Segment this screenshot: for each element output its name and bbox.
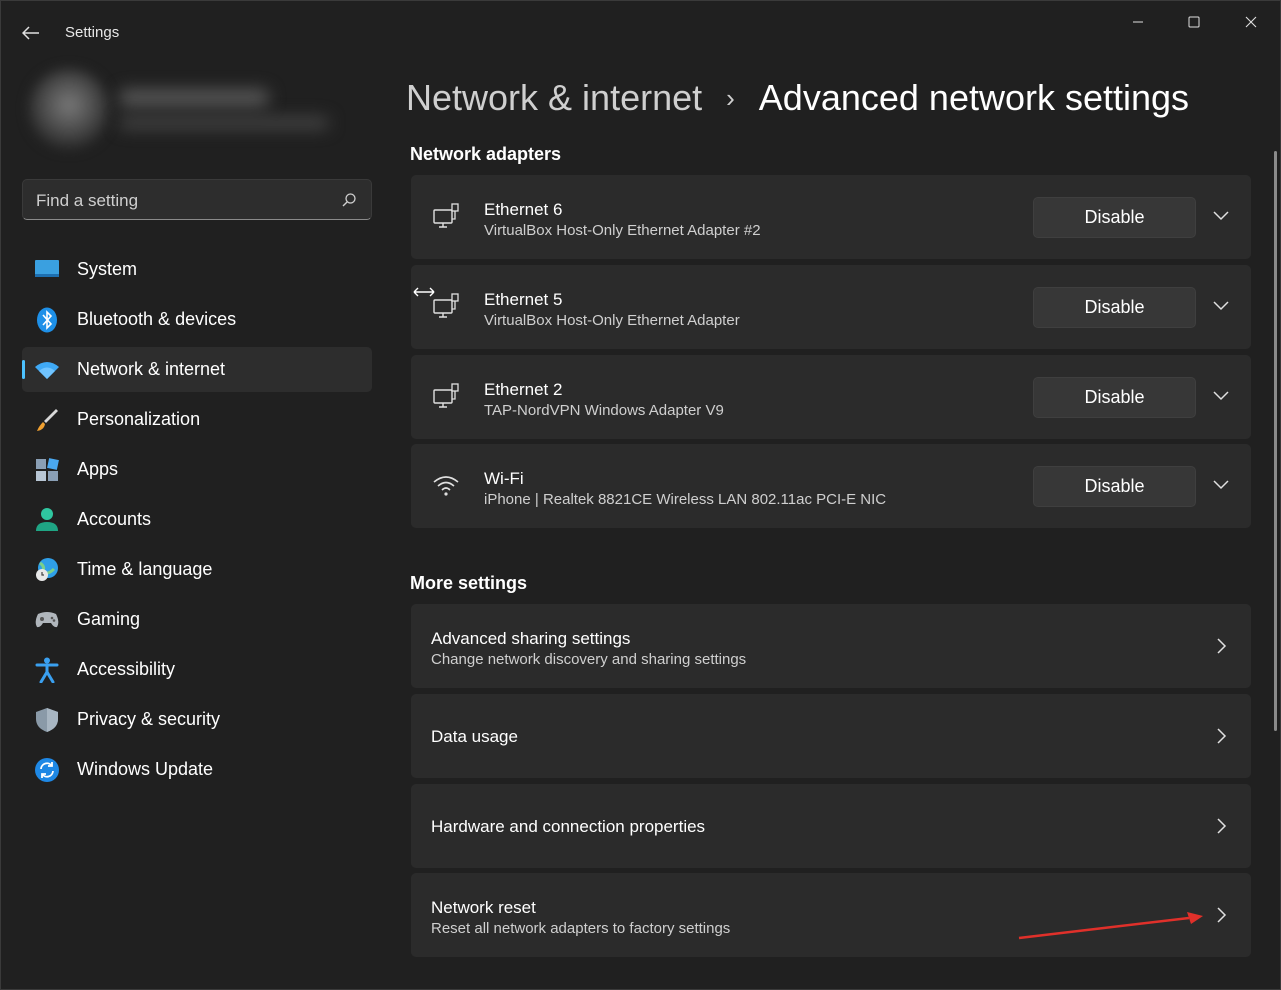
item-title: Hardware and connection properties xyxy=(431,817,706,836)
sidebar-item-label: System xyxy=(77,259,138,279)
search-icon xyxy=(342,193,356,207)
settings-window: Settings Find a setting System Bluetooth… xyxy=(0,0,1281,990)
chevron-right-icon xyxy=(1217,728,1227,744)
page-title: Advanced network settings xyxy=(758,77,1190,118)
adapter-card-ethernet-2[interactable]: Ethernet 2 TAP-NordVPN Windows Adapter V… xyxy=(411,355,1251,439)
system-icon xyxy=(34,257,60,283)
hardware-connection-properties-item[interactable]: Hardware and connection properties xyxy=(411,784,1251,868)
close-button[interactable] xyxy=(1223,7,1279,37)
accessibility-icon xyxy=(34,657,60,683)
sidebar-nav: System Bluetooth & devices Network & int… xyxy=(22,247,372,797)
adapter-description: VirtualBox Host-Only Ethernet Adapter #2 xyxy=(484,222,761,239)
adapter-name: Wi-Fi xyxy=(484,469,524,488)
chevron-down-icon[interactable] xyxy=(1211,474,1231,494)
chevron-right-icon xyxy=(1217,638,1227,654)
sidebar-item-gaming[interactable]: Gaming xyxy=(22,597,372,642)
network-adapters-heading: Network adapters xyxy=(410,144,562,164)
resize-cursor-icon xyxy=(413,287,435,297)
item-title: Network reset xyxy=(431,898,536,917)
brush-icon xyxy=(34,407,60,433)
adapter-card-wifi[interactable]: Wi-Fi iPhone | Realtek 8821CE Wireless L… xyxy=(411,444,1251,528)
sidebar-item-network[interactable]: Network & internet xyxy=(22,347,372,392)
sidebar-item-time-language[interactable]: Time & language xyxy=(22,547,372,592)
adapter-name: Ethernet 6 xyxy=(484,200,563,219)
sidebar-item-label: Personalization xyxy=(77,409,201,429)
ethernet-icon xyxy=(433,203,459,228)
globe-clock-icon xyxy=(34,557,60,583)
item-subtitle: Change network discovery and sharing set… xyxy=(431,651,747,668)
wifi-icon xyxy=(34,357,60,383)
title-bar: Settings xyxy=(1,1,1280,63)
adapter-description: TAP-NordVPN Windows Adapter V9 xyxy=(484,402,724,419)
sidebar-item-label: Windows Update xyxy=(77,759,214,779)
adapter-description: iPhone | Realtek 8821CE Wireless LAN 802… xyxy=(484,491,887,508)
sidebar-item-system[interactable]: System xyxy=(22,247,372,292)
close-icon xyxy=(1245,16,1257,28)
chevron-down-icon[interactable] xyxy=(1211,205,1231,225)
profile-email-blurred xyxy=(119,117,329,129)
chevron-right-icon xyxy=(1217,907,1227,923)
breadcrumb: Network & internet › Advanced network se… xyxy=(406,73,1189,123)
sidebar-item-bluetooth[interactable]: Bluetooth & devices xyxy=(22,297,372,342)
disable-button[interactable]: Disable xyxy=(1033,466,1196,507)
more-settings-heading: More settings xyxy=(410,573,528,593)
maximize-icon xyxy=(1188,16,1200,28)
minimize-icon xyxy=(1133,21,1143,23)
sidebar-item-apps[interactable]: Apps xyxy=(22,447,372,492)
maximize-button[interactable] xyxy=(1166,7,1222,37)
user-profile[interactable] xyxy=(9,59,349,163)
shield-icon xyxy=(34,707,60,733)
avatar xyxy=(29,69,109,149)
back-button[interactable] xyxy=(15,19,47,47)
gamepad-icon xyxy=(34,607,60,633)
search-input[interactable]: Find a setting xyxy=(36,191,138,211)
annotation-arrow-icon xyxy=(1018,912,1203,940)
disable-button[interactable]: Disable xyxy=(1033,287,1196,328)
disable-button[interactable]: Disable xyxy=(1033,377,1196,418)
sidebar-item-label: Privacy & security xyxy=(77,709,221,729)
sidebar-item-accounts[interactable]: Accounts xyxy=(22,497,372,542)
bluetooth-icon xyxy=(34,307,60,333)
adapter-name: Ethernet 2 xyxy=(484,380,563,399)
adapter-name: Ethernet 5 xyxy=(484,290,563,309)
sidebar-item-label: Gaming xyxy=(77,609,141,629)
wifi-icon xyxy=(433,476,459,496)
profile-name-blurred xyxy=(119,89,269,107)
sidebar-item-personalization[interactable]: Personalization xyxy=(22,397,372,442)
sidebar-item-label: Network & internet xyxy=(77,359,226,379)
chevron-down-icon[interactable] xyxy=(1211,295,1231,315)
data-usage-item[interactable]: Data usage xyxy=(411,694,1251,778)
sidebar-item-label: Time & language xyxy=(77,559,213,579)
item-subtitle: Reset all network adapters to factory se… xyxy=(431,920,731,937)
item-title: Data usage xyxy=(431,727,518,746)
breadcrumb-parent-link[interactable]: Network & internet xyxy=(406,77,702,119)
breadcrumb-chevron-icon: › xyxy=(726,82,735,113)
sidebar-item-label: Accounts xyxy=(77,509,152,529)
item-title: Advanced sharing settings xyxy=(431,629,631,648)
adapter-card-ethernet-5[interactable]: Ethernet 5 VirtualBox Host-Only Ethernet… xyxy=(411,265,1251,349)
minimize-button[interactable] xyxy=(1110,7,1166,37)
search-box[interactable]: Find a setting xyxy=(22,179,372,220)
sidebar-item-label: Bluetooth & devices xyxy=(77,309,237,329)
scrollbar[interactable] xyxy=(1274,151,1277,731)
sidebar-item-label: Apps xyxy=(77,459,119,479)
disable-button[interactable]: Disable xyxy=(1033,197,1196,238)
update-icon xyxy=(34,757,60,783)
chevron-right-icon xyxy=(1217,818,1227,834)
apps-icon xyxy=(34,457,60,483)
accounts-icon xyxy=(34,507,60,533)
ethernet-icon xyxy=(433,383,459,408)
sidebar-item-privacy-security[interactable]: Privacy & security xyxy=(22,697,372,742)
sidebar-item-windows-update[interactable]: Windows Update xyxy=(22,747,372,792)
chevron-down-icon[interactable] xyxy=(1211,385,1231,405)
adapter-card-ethernet-6[interactable]: Ethernet 6 VirtualBox Host-Only Ethernet… xyxy=(411,175,1251,259)
sidebar-item-accessibility[interactable]: Accessibility xyxy=(22,647,372,692)
adapter-description: VirtualBox Host-Only Ethernet Adapter xyxy=(484,312,740,329)
sidebar-item-label: Accessibility xyxy=(77,659,176,679)
app-title: Settings xyxy=(65,24,120,41)
back-arrow-icon xyxy=(22,26,39,40)
advanced-sharing-settings-item[interactable]: Advanced sharing settings Change network… xyxy=(411,604,1251,688)
